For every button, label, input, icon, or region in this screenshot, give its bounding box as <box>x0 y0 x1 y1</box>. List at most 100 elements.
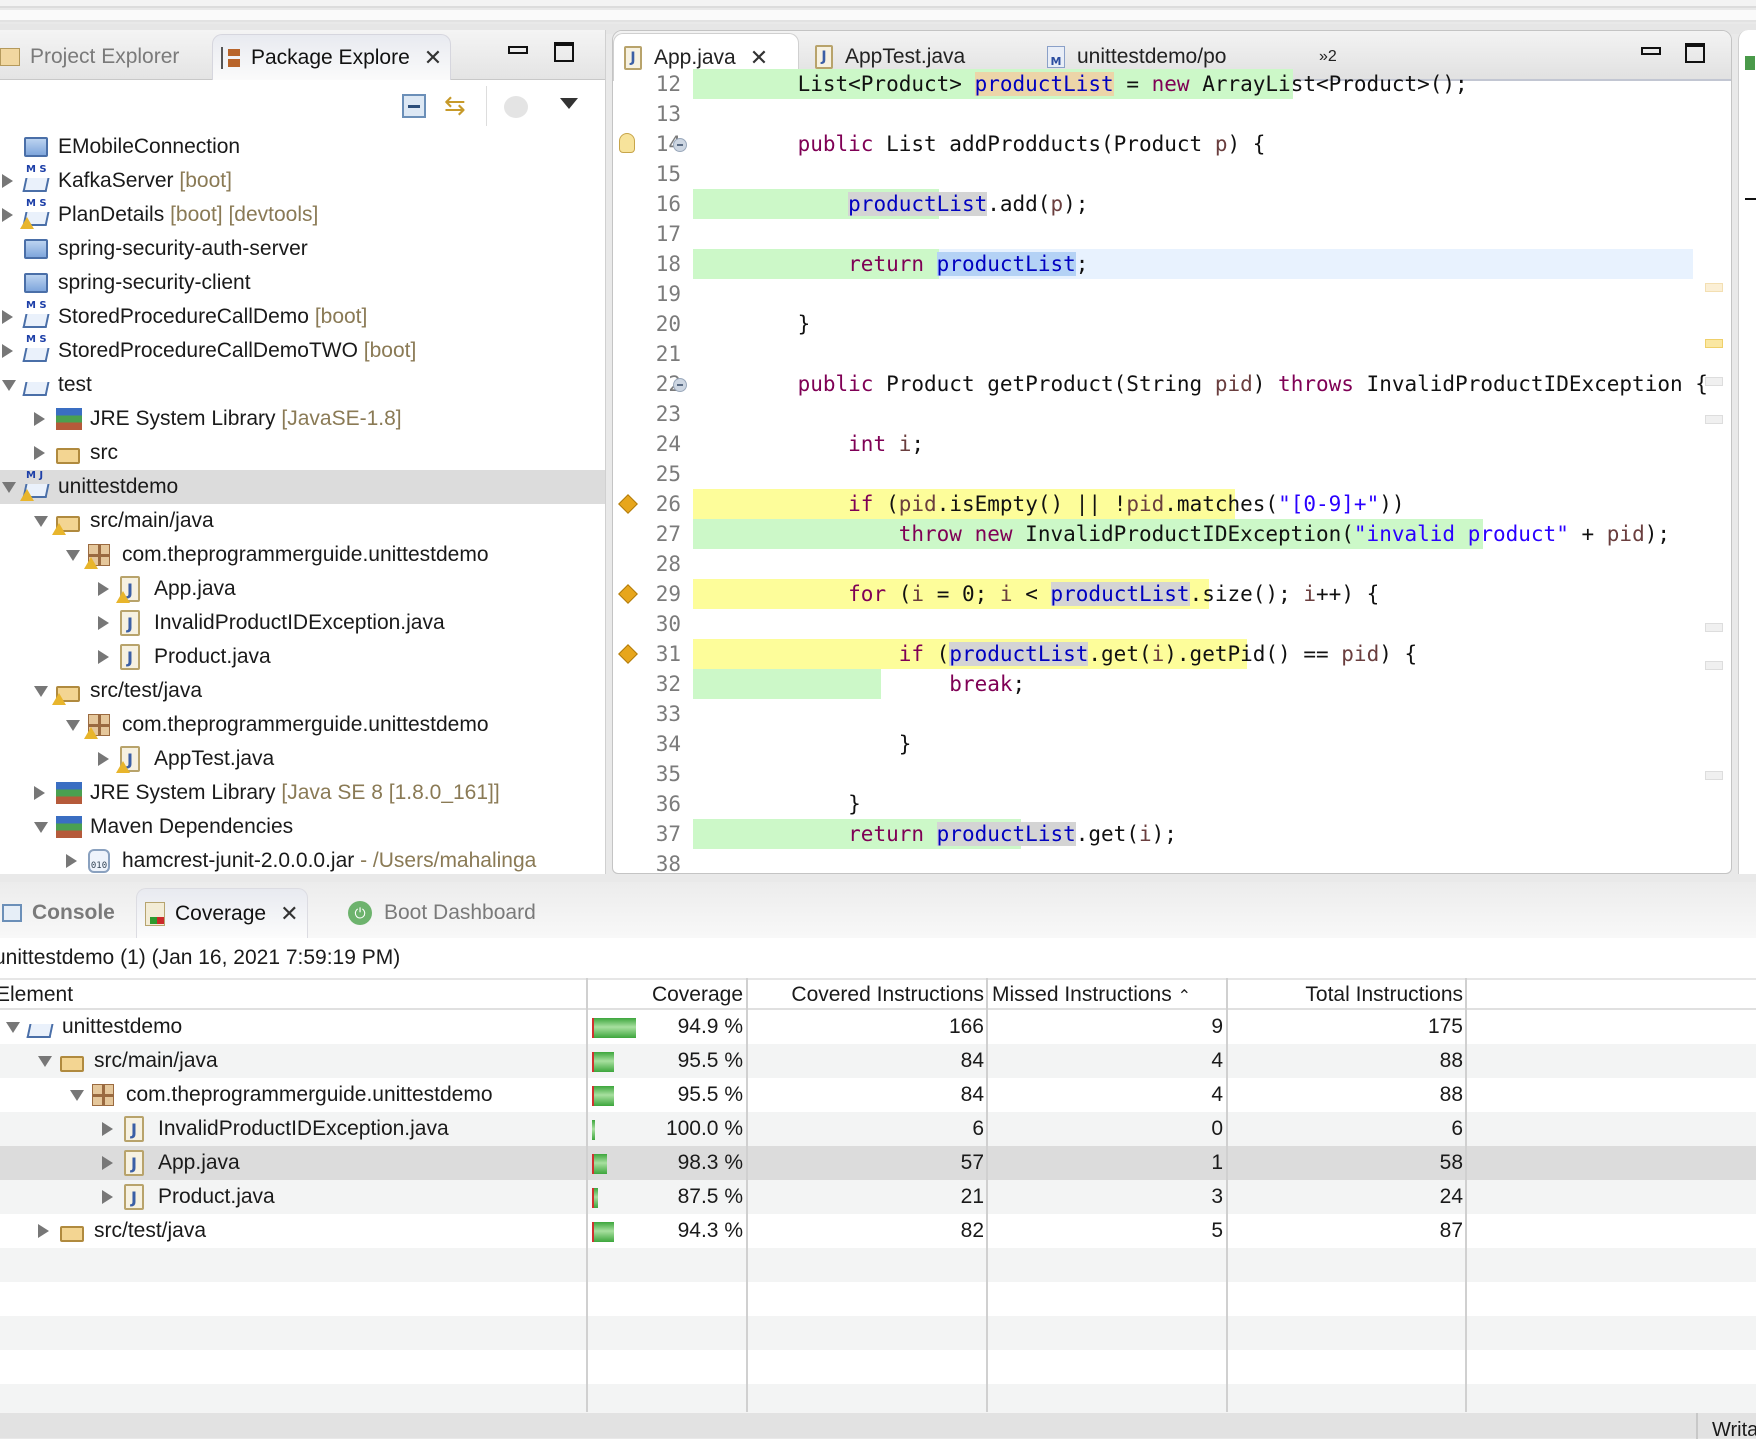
code-line[interactable]: 22 public Product getProduct(String pid)… <box>613 369 1731 399</box>
chevron-right-icon[interactable] <box>98 752 109 766</box>
chevron-right-icon[interactable] <box>2 344 13 358</box>
code-line[interactable]: 32 break; <box>613 669 1731 699</box>
chevron-down-icon[interactable] <box>34 686 48 697</box>
overview-ruler-marker[interactable] <box>1705 283 1723 292</box>
tab-console[interactable]: Console <box>0 888 123 938</box>
code-line[interactable]: 30 <box>613 609 1731 639</box>
column-separator[interactable] <box>746 978 748 1414</box>
code-area[interactable]: 12 List<Product> productList = new Array… <box>613 69 1731 873</box>
tab-boot-dashboard[interactable]: ⏻ Boot Dashboard <box>340 888 544 938</box>
tree-item[interactable]: M S KafkaServer [boot] <box>0 164 605 198</box>
chevron-down-icon[interactable] <box>34 516 48 527</box>
column-separator[interactable] <box>986 978 988 1414</box>
code-line[interactable]: 37 return productList.get(i); <box>613 819 1731 849</box>
quick-fix-lightbulb-icon[interactable] <box>619 133 635 153</box>
chevron-right-icon[interactable] <box>98 616 109 630</box>
chevron-down-icon[interactable] <box>2 482 16 493</box>
chevron-right-icon[interactable] <box>102 1156 113 1170</box>
coverage-row[interactable]: unittestdemo 94.9 % 166 9 175 <box>0 1010 1756 1044</box>
column-separator[interactable] <box>1226 978 1228 1414</box>
chevron-down-icon[interactable] <box>6 1022 20 1033</box>
code-line[interactable]: 12 List<Product> productList = new Array… <box>613 69 1731 99</box>
code-line[interactable]: 19 <box>613 279 1731 309</box>
collapse-all-icon[interactable] <box>402 94 426 118</box>
tree-item[interactable]: Maven Dependencies <box>0 810 605 844</box>
coverage-row[interactable]: src/main/java 95.5 % 84 4 88 <box>0 1044 1756 1078</box>
tree-item[interactable]: JRE System Library [Java SE 8 [1.8.0_161… <box>0 776 605 810</box>
overview-ruler-marker[interactable] <box>1705 415 1723 424</box>
coverage-row[interactable]: J InvalidProductIDException.java 100.0 % 6 0… <box>0 1112 1756 1146</box>
tab-project-explorer[interactable]: Project Explorer <box>0 34 187 80</box>
chevron-right-icon[interactable] <box>34 786 45 800</box>
overview-ruler-marker[interactable] <box>1705 771 1723 780</box>
close-icon[interactable]: ✕ <box>280 901 298 927</box>
chevron-right-icon[interactable] <box>2 174 13 188</box>
code-line[interactable]: 28 <box>613 549 1731 579</box>
fold-collapse-icon[interactable] <box>673 378 687 392</box>
coverage-row[interactable]: src/test/java 94.3 % 82 5 87 <box>0 1214 1756 1248</box>
code-line[interactable]: 17 <box>613 219 1731 249</box>
tree-item[interactable]: src/main/java <box>0 504 605 538</box>
coverage-row[interactable]: J App.java 98.3 % 57 1 58 <box>0 1146 1756 1180</box>
column-separator[interactable] <box>586 978 588 1414</box>
tree-item[interactable]: J AppTest.java <box>0 742 605 776</box>
tab-coverage[interactable]: Coverage ✕ <box>136 888 308 938</box>
code-line[interactable]: 29 for (i = 0; i < productList.size(); i… <box>613 579 1731 609</box>
close-icon[interactable]: ✕ <box>424 45 442 71</box>
code-line[interactable]: 16 productList.add(p); <box>613 189 1731 219</box>
code-line[interactable]: 38 <box>613 849 1731 873</box>
tree-item[interactable]: 010 hamcrest-junit-2.0.0.0.jar - /Users/m… <box>0 844 605 878</box>
tree-item[interactable]: test <box>0 368 605 402</box>
code-line[interactable]: 24 int i; <box>613 429 1731 459</box>
code-line[interactable]: 21 <box>613 339 1731 369</box>
close-icon[interactable]: ✕ <box>750 45 768 71</box>
tree-item[interactable]: M S StoredProcedureCallDemoTWO [boot] <box>0 334 605 368</box>
partial-branch-marker-icon[interactable] <box>618 644 638 664</box>
maximize-button[interactable] <box>1685 43 1705 63</box>
code-line[interactable]: 35 <box>613 759 1731 789</box>
chevron-down-icon[interactable] <box>38 1056 52 1067</box>
tree-item[interactable]: J InvalidProductIDException.java <box>0 606 605 640</box>
chevron-down-icon[interactable] <box>2 380 16 391</box>
column-header-covered-instructions[interactable]: Covered Instructions <box>791 983 984 1007</box>
overview-ruler-marker[interactable] <box>1705 623 1723 632</box>
chevron-right-icon[interactable] <box>2 310 13 324</box>
tree-item[interactable]: spring-security-auth-server <box>0 232 605 266</box>
tree-item[interactable]: EMobileConnection <box>0 130 605 164</box>
tab-package-explorer[interactable]: Package Explore ✕ <box>212 34 452 80</box>
tree-item[interactable]: J Product.java <box>0 640 605 674</box>
chevron-right-icon[interactable] <box>34 446 45 460</box>
chevron-right-icon[interactable] <box>102 1122 113 1136</box>
overview-ruler-marker[interactable] <box>1705 339 1723 348</box>
link-with-editor-icon[interactable]: ⇆ <box>444 90 466 121</box>
minimize-button[interactable] <box>1641 47 1661 55</box>
coverage-row[interactable]: com.theprogrammerguide.unittestdemo 95.5 … <box>0 1078 1756 1112</box>
chevron-right-icon[interactable] <box>102 1190 113 1204</box>
tree-item[interactable]: JRE System Library [JavaSE-1.8] <box>0 402 605 436</box>
chevron-down-icon[interactable] <box>70 1090 84 1101</box>
coverage-row[interactable]: J Product.java 87.5 % 21 3 24 <box>0 1180 1756 1214</box>
column-header-total-instructions[interactable]: Total Instructions <box>1305 983 1463 1007</box>
chevron-down-icon[interactable] <box>66 720 80 731</box>
column-header-coverage[interactable]: Coverage <box>652 983 743 1007</box>
code-line[interactable]: 20 } <box>613 309 1731 339</box>
chevron-right-icon[interactable] <box>98 650 109 664</box>
tree-item[interactable]: src/test/java <box>0 674 605 708</box>
chevron-down-icon[interactable] <box>66 550 80 561</box>
chevron-right-icon[interactable] <box>2 208 13 222</box>
chevron-right-icon[interactable] <box>66 854 77 868</box>
fold-collapse-icon[interactable] <box>673 138 687 152</box>
code-line[interactable]: 14 public List addProdducts(Product p) { <box>613 129 1731 159</box>
tree-item[interactable]: com.theprogrammerguide.unittestdemo <box>0 708 605 742</box>
partial-branch-marker-icon[interactable] <box>618 584 638 604</box>
tree-item[interactable]: com.theprogrammerguide.unittestdemo <box>0 538 605 572</box>
chevron-right-icon[interactable] <box>34 412 45 426</box>
code-line[interactable]: 31 if (productList.get(i).getPid() == pi… <box>613 639 1731 669</box>
column-separator[interactable] <box>1465 978 1467 1414</box>
view-menu-chevron-icon[interactable] <box>560 98 578 109</box>
tree-item[interactable]: J App.java <box>0 572 605 606</box>
column-header-element[interactable]: Element <box>0 983 73 1007</box>
chevron-right-icon[interactable] <box>38 1224 49 1238</box>
code-line[interactable]: 27 throw new InvalidProductIDException("… <box>613 519 1731 549</box>
code-line[interactable]: 15 <box>613 159 1731 189</box>
